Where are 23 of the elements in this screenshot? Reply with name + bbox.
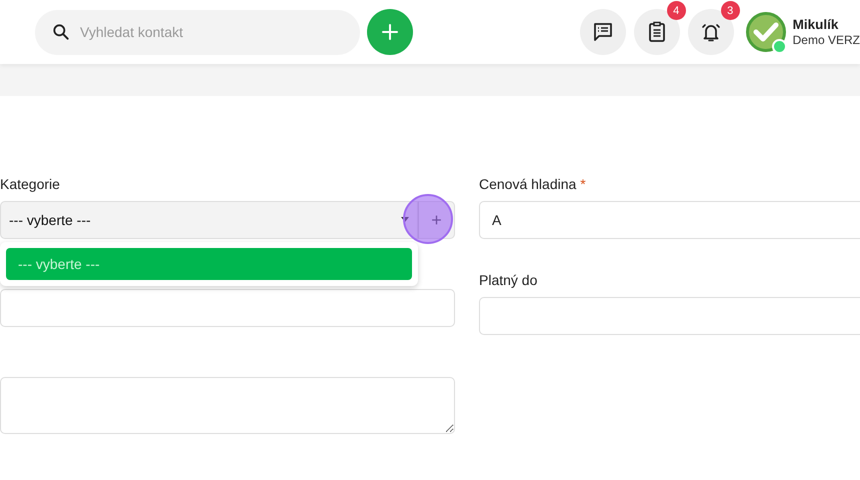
messages-button[interactable]: [580, 9, 626, 55]
count-badge: 3: [720, 1, 740, 20]
field-label: Cenová hladina: [479, 176, 576, 193]
search-icon: [51, 22, 71, 42]
category-select[interactable]: --- vyberte ---: [0, 201, 418, 239]
count-badge: 4: [666, 1, 686, 20]
user-subtitle: Demo VERZ: [792, 33, 860, 47]
input-field[interactable]: [0, 289, 455, 327]
message-icon: [592, 21, 614, 43]
bell-icon: [700, 21, 722, 43]
click-highlight: [403, 194, 453, 244]
search-field[interactable]: Vyhledat kontakt: [35, 10, 360, 54]
price-level-field[interactable]: A: [479, 201, 860, 239]
add-button[interactable]: [367, 9, 413, 55]
clipboard-icon: [646, 21, 667, 43]
plus-icon: [381, 23, 399, 41]
user-name: Mikulík: [792, 17, 840, 32]
field-label: Kategorie: [0, 176, 60, 193]
avatar-icon[interactable]: [746, 12, 786, 52]
date-field[interactable]: [479, 297, 860, 335]
caret-icon: [401, 217, 409, 223]
required-mark: *: [580, 176, 586, 193]
field-label: Platný do: [479, 272, 538, 289]
